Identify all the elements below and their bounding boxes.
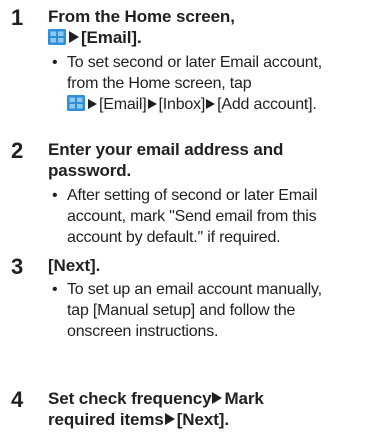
heading-line: [Email]. [48,27,368,48]
step-note: • To set second or later Email account, … [52,52,374,115]
step-number: 2 [11,138,24,163]
right-triangle-icon [212,392,223,404]
note-line: from the Home screen, tap [67,75,252,92]
right-triangle-icon [88,99,97,109]
heading-line-text: [Email]. [81,28,142,47]
heading-segment: required items [48,410,164,429]
note-line: To set second or later Email account, [67,54,322,71]
apps-grid-icon [48,29,66,45]
note-segment: [Email] [99,96,147,113]
step-note: • To set up an email account manually, t… [52,279,374,342]
note-segment: [Inbox] [158,96,206,113]
note-line: onscreen instructions. [67,323,219,340]
step-number: 4 [11,387,24,412]
heading-line: [Next]. [48,256,101,275]
step-heading: [Next]. [48,255,368,276]
right-triangle-icon [164,413,175,425]
right-triangle-icon [147,99,157,109]
right-triangle-icon [206,99,216,109]
note-line: [Email] [Inbox] [Add account]. [67,94,374,115]
bullet: • [52,187,58,204]
right-triangle-icon [69,31,79,43]
heading-line: password. [48,161,132,180]
heading-line: required items [Next]. [48,409,368,430]
bullet: • [52,54,58,71]
heading-line: Enter your email address and [48,140,284,159]
note-line: account, mark "Send email from this [67,208,317,225]
bullet: • [52,281,58,298]
heading-segment: [Next]. [176,410,229,429]
heading-line: Set check frequency Mark [48,388,368,409]
note-segment: [Add account]. [217,96,317,113]
note-line: To set up an email account manually, [67,281,322,298]
note-line: tap [Manual setup] and follow the [67,302,296,319]
note-line: After setting of second or later Email [67,187,318,204]
heading-line: From the Home screen, [48,7,235,26]
heading-segment: Set check frequency [48,389,212,408]
step-heading: Set check frequency Mark required items [N… [48,388,368,430]
note-line: account by default." if required. [67,229,281,246]
heading-segment: Mark [224,389,264,408]
step-number: 1 [11,5,24,30]
step-heading: From the Home screen, [Email]. [48,6,368,48]
step-number: 3 [11,254,24,279]
step-heading: Enter your email address and password. [48,139,368,181]
apps-grid-icon [67,95,85,111]
step-note: • After setting of second or later Email… [52,185,374,248]
